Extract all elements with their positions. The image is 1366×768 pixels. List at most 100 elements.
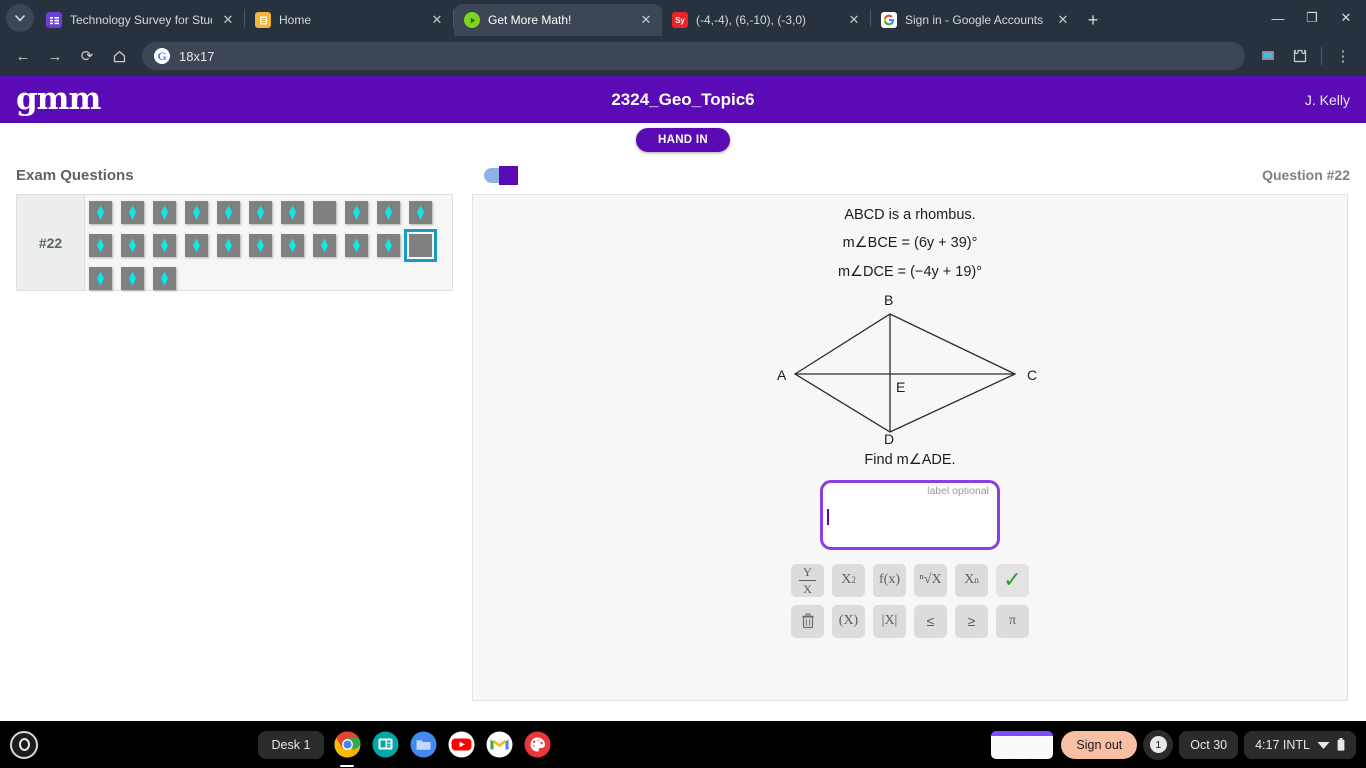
- close-icon[interactable]: ✕: [429, 12, 445, 28]
- rhombus-diagram: A B C D E: [473, 292, 1347, 444]
- browser-menu-icon[interactable]: ⋮: [1328, 41, 1358, 71]
- date-chip[interactable]: Oct 30: [1179, 730, 1239, 759]
- question-tile-6[interactable]: [249, 201, 272, 224]
- question-tile-11[interactable]: [409, 201, 432, 224]
- gmm-logo[interactable]: gmm: [16, 84, 101, 115]
- question-tile-12[interactable]: [89, 234, 112, 257]
- question-tile-21[interactable]: [377, 234, 400, 257]
- back-icon[interactable]: ←: [8, 41, 38, 71]
- question-tile-15[interactable]: [185, 234, 208, 257]
- diamond-icon: [289, 205, 296, 220]
- subscript-base: X: [964, 572, 975, 588]
- question-tile-8[interactable]: [313, 201, 336, 224]
- shelf-icon-youtube[interactable]: [446, 730, 476, 760]
- status-tray[interactable]: 4:17 INTL: [1244, 730, 1356, 759]
- diamond-icon: [129, 205, 136, 220]
- close-icon[interactable]: ✕: [1055, 12, 1071, 28]
- tab-search-button[interactable]: [6, 4, 34, 32]
- question-tile-14[interactable]: [153, 234, 176, 257]
- nth-root-key[interactable]: ⁿ√X: [914, 563, 947, 597]
- cast-icon[interactable]: [1253, 41, 1283, 71]
- question-tile-25[interactable]: [153, 267, 176, 290]
- shelf-icon-gmail[interactable]: [484, 730, 514, 760]
- hand-in-button[interactable]: HAND IN: [635, 127, 730, 152]
- shelf-icon-art-palette[interactable]: [522, 730, 552, 760]
- reload-icon[interactable]: ⟳: [72, 41, 102, 71]
- question-tile-16[interactable]: [217, 234, 240, 257]
- question-tile-24[interactable]: [121, 267, 144, 290]
- close-window-button[interactable]: ✕: [1330, 4, 1362, 32]
- stem-line-2: m∠BCE = (6y + 39)°: [842, 235, 978, 252]
- subscript-key[interactable]: Xn: [955, 563, 988, 597]
- question-tile-23[interactable]: [89, 267, 112, 290]
- close-icon[interactable]: ✕: [846, 12, 862, 28]
- greater-equal-key[interactable]: ≥: [955, 604, 988, 638]
- answer-hint-label: label optional: [927, 484, 989, 497]
- close-icon[interactable]: ✕: [220, 12, 236, 28]
- extensions-icon[interactable]: [1285, 41, 1315, 71]
- parentheses-key[interactable]: (X): [832, 604, 865, 638]
- submit-check-key[interactable]: ✓: [996, 563, 1029, 597]
- absolute-value-key[interactable]: |X|: [873, 604, 906, 638]
- browser-tab-google-signin[interactable]: Sign in - Google Accounts ✕: [871, 4, 1079, 36]
- square-key[interactable]: X2: [832, 563, 865, 597]
- question-tile-9[interactable]: [345, 201, 368, 224]
- fraction-key[interactable]: Y X: [791, 563, 824, 597]
- browser-tab-get-more-math[interactable]: Get More Math! ✕: [454, 4, 662, 36]
- question-tile-4[interactable]: [185, 201, 208, 224]
- question-tile-2[interactable]: [121, 201, 144, 224]
- minimize-button[interactable]: —: [1262, 4, 1294, 32]
- desk-switcher[interactable]: Desk 1: [257, 730, 325, 759]
- maximize-button[interactable]: ❐: [1296, 4, 1328, 32]
- workspace: #22 ABCD is a rhombus. m∠BCE = (6y + 39)…: [0, 194, 1366, 718]
- diamond-icon: [321, 238, 328, 253]
- app-header: gmm 2324_Geo_Topic6 J. Kelly: [0, 76, 1366, 123]
- question-tile-5[interactable]: [217, 201, 240, 224]
- question-tile-13[interactable]: [121, 234, 144, 257]
- symbolab-icon: Sy: [672, 12, 688, 28]
- delete-key[interactable]: [791, 604, 824, 638]
- diamond-icon: [97, 271, 104, 286]
- question-tile-1[interactable]: [89, 201, 112, 224]
- browser-tab-technology-survey[interactable]: Technology Survey for Students ✕: [36, 4, 244, 36]
- fraction-denominator: X: [803, 581, 812, 596]
- question-tile-18[interactable]: [281, 234, 304, 257]
- browser-tab-home[interactable]: Home ✕: [245, 4, 453, 36]
- question-tile-17[interactable]: [249, 234, 272, 257]
- chevron-down-icon: [15, 14, 25, 22]
- user-name[interactable]: J. Kelly: [1305, 92, 1350, 108]
- question-tile-3[interactable]: [153, 201, 176, 224]
- shelf-icon-google-play-store[interactable]: [370, 730, 400, 760]
- close-icon[interactable]: ✕: [638, 12, 654, 28]
- sign-out-button[interactable]: Sign out: [1061, 730, 1138, 759]
- question-tile-7[interactable]: [281, 201, 304, 224]
- vertex-label-d: D: [884, 431, 894, 444]
- tab-title: Home: [279, 13, 312, 27]
- less-equal-key[interactable]: ≤: [914, 604, 947, 638]
- practice-mode-toggle[interactable]: [484, 166, 518, 185]
- function-key[interactable]: f(x): [873, 563, 906, 597]
- question-tile-10[interactable]: [377, 201, 400, 224]
- answer-input[interactable]: label optional: [820, 479, 1000, 550]
- window-preview-item[interactable]: [1027, 730, 1054, 759]
- home-icon[interactable]: [104, 41, 134, 71]
- browser-tab-symbolab[interactable]: Sy (-4,-4), (6,-10), (-3,0) ✕: [662, 4, 870, 36]
- launcher-button[interactable]: [10, 730, 38, 759]
- window-previews[interactable]: [991, 730, 1054, 759]
- address-bar[interactable]: G 18x17: [142, 42, 1245, 70]
- forward-icon[interactable]: →: [40, 41, 70, 71]
- question-tile-19[interactable]: [313, 234, 336, 257]
- list-purple-icon: [46, 12, 62, 28]
- page-title: 2324_Geo_Topic6: [611, 89, 755, 109]
- question-tile-22[interactable]: [404, 229, 437, 262]
- shelf-icon-files[interactable]: [408, 730, 438, 760]
- diamond-icon: [225, 238, 232, 253]
- question-tile-20[interactable]: [345, 234, 368, 257]
- diamond-icon: [385, 238, 392, 253]
- new-tab-button[interactable]: +: [1079, 6, 1107, 34]
- shelf-icon-chrome[interactable]: [332, 730, 362, 760]
- pi-key[interactable]: π: [996, 604, 1029, 638]
- browser-chrome: Technology Survey for Students ✕ Home ✕ …: [0, 0, 1366, 76]
- notification-badge[interactable]: 1: [1143, 729, 1174, 760]
- home-orange-icon: [255, 12, 271, 28]
